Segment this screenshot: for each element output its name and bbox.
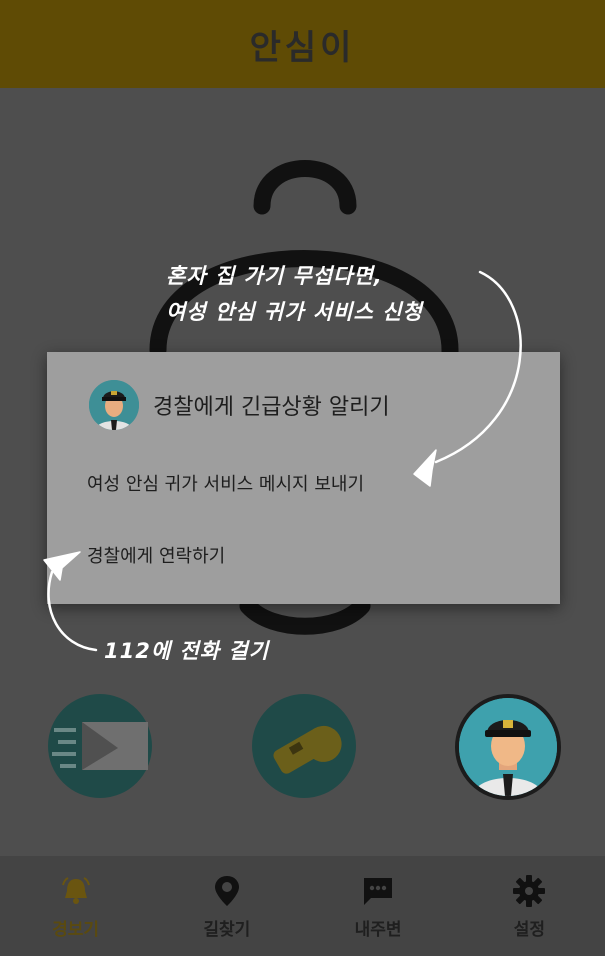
app-header: 안심이 — [0, 0, 605, 88]
nav-label-nearby: 내주변 — [354, 919, 402, 940]
chat-bubble-icon — [360, 873, 396, 909]
police-officer-icon — [459, 698, 557, 796]
nav-item-nearby[interactable]: 내주변 — [318, 873, 438, 940]
nav-item-settings[interactable]: 설정 — [469, 873, 589, 940]
dialog-title: 경찰에게 긴급상황 알리기 — [153, 395, 390, 420]
bottom-navigation: 경보기 길찾기 내주변 설정 — [0, 856, 605, 956]
annotation-call-112: 112에 전화 걸기 — [104, 639, 270, 663]
police-avatar-icon — [89, 380, 139, 430]
annotation-safe-return: 혼자 집 가기 무섭다면, 여성 안심 귀가 서비스 신청 — [166, 258, 423, 330]
nav-label-alarm: 경보기 — [52, 919, 100, 940]
nav-item-alarm[interactable]: 경보기 — [16, 873, 136, 940]
envelope-icon — [52, 722, 148, 770]
location-pin-icon — [209, 873, 245, 909]
send-safe-return-message-option[interactable]: 여성 안심 귀가 서비스 메시지 보내기 — [87, 470, 364, 496]
police-contact-button[interactable] — [455, 694, 561, 800]
contact-police-option[interactable]: 경찰에게 연락하기 — [87, 542, 225, 568]
gear-icon — [511, 873, 547, 909]
annotation-line-2: 여성 안심 귀가 서비스 신청 — [166, 300, 423, 324]
dialog-header: 경찰에게 긴급상황 알리기 — [89, 380, 390, 430]
emergency-dialog: 경찰에게 긴급상황 알리기 여성 안심 귀가 서비스 메시지 보내기 경찰에게 … — [47, 352, 560, 604]
whistle-button[interactable] — [252, 694, 356, 798]
annotation-line-1: 혼자 집 가기 무섭다면, — [166, 264, 383, 288]
nav-item-directions[interactable]: 길찾기 — [167, 873, 287, 940]
send-message-button[interactable] — [48, 694, 152, 798]
app-title: 안심이 — [249, 27, 356, 68]
nav-label-directions: 길찾기 — [203, 919, 251, 940]
nav-label-settings: 설정 — [513, 919, 546, 940]
bell-icon — [58, 873, 94, 909]
whistle-icon — [273, 725, 342, 774]
